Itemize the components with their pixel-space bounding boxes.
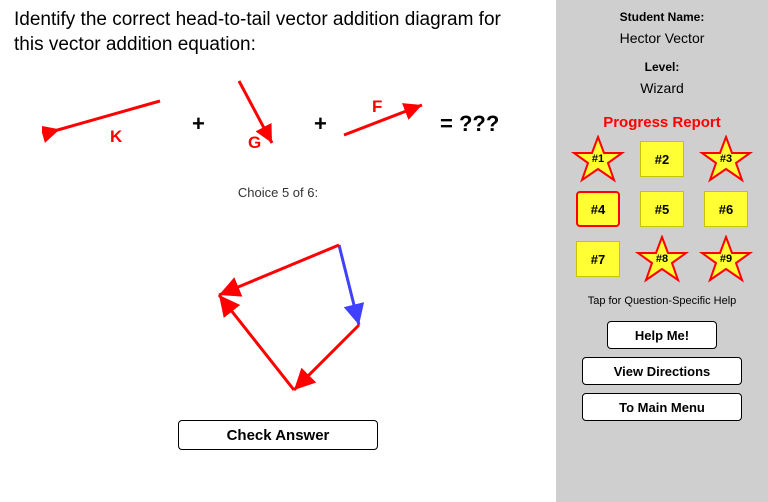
progress-cell-3[interactable]: #3 <box>704 141 748 177</box>
help-button[interactable]: Help Me! <box>607 321 717 349</box>
check-answer-button[interactable]: Check Answer <box>178 420 378 450</box>
choice-diagram[interactable] <box>14 210 542 410</box>
main-menu-button[interactable]: To Main Menu <box>582 393 742 421</box>
student-name-value: Hector Vector <box>566 30 758 46</box>
level-label: Level: <box>566 60 758 74</box>
student-name-label: Student Name: <box>566 10 758 24</box>
progress-cell-8[interactable]: #8 <box>640 241 684 277</box>
progress-cell-label: #8 <box>656 253 668 265</box>
help-hint: Tap for Question-Specific Help <box>566 295 758 307</box>
progress-cell-label: #7 <box>591 252 605 267</box>
progress-cell-1[interactable]: #1 <box>576 141 620 177</box>
main-area: Identify the correct head-to-tail vector… <box>0 0 556 502</box>
progress-cell-6[interactable]: #6 <box>704 191 748 227</box>
vector-k-label: K <box>110 127 122 147</box>
progress-cell-7[interactable]: #7 <box>576 241 620 277</box>
progress-cell-2[interactable]: #2 <box>640 141 684 177</box>
equals-text: = ??? <box>440 111 499 137</box>
equation-area: K + G + F = ??? <box>14 65 542 175</box>
question-prompt: Identify the correct head-to-tail vector… <box>14 8 534 57</box>
plus-1: + <box>192 111 205 137</box>
sidebar: Student Name: Hector Vector Level: Wizar… <box>556 0 768 502</box>
choice-counter: Choice 5 of 6: <box>14 185 542 200</box>
progress-cell-label: #9 <box>720 253 732 265</box>
progress-cell-label: #1 <box>592 153 604 165</box>
progress-cell-label: #6 <box>719 202 733 217</box>
vector-f-icon <box>336 93 436 153</box>
vector-g-label: G <box>248 133 261 153</box>
progress-title: Progress Report <box>566 114 758 131</box>
progress-cell-label: #3 <box>720 153 732 165</box>
progress-cell-label: #5 <box>655 202 669 217</box>
progress-cell-5[interactable]: #5 <box>640 191 684 227</box>
vector-f-label: F <box>372 97 382 117</box>
vector-k-icon <box>42 93 172 153</box>
view-directions-button[interactable]: View Directions <box>582 357 742 385</box>
progress-cell-label: #4 <box>591 202 605 217</box>
diagram-svg <box>94 210 494 410</box>
progress-cell-label: #2 <box>655 152 669 167</box>
progress-cell-9[interactable]: #9 <box>704 241 748 277</box>
plus-2: + <box>314 111 327 137</box>
progress-cell-4[interactable]: #4 <box>576 191 620 227</box>
progress-grid: #1 #2 #3 #4 #5 #6 #7 #8 #9 <box>566 141 758 277</box>
level-value: Wizard <box>566 80 758 96</box>
